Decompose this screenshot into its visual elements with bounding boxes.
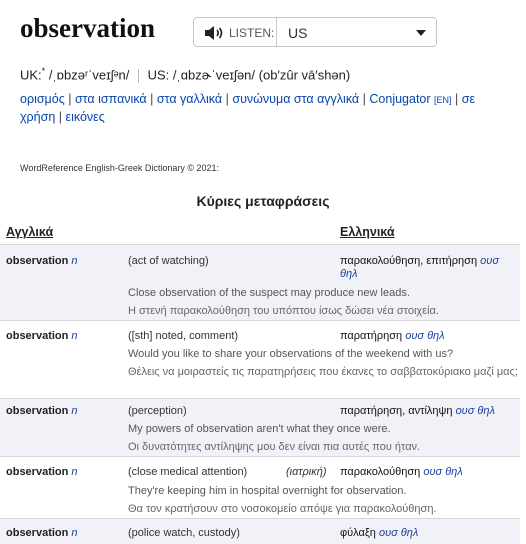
translation-pos[interactable]: ουσ θηλ xyxy=(423,466,462,478)
entry-term: observation n xyxy=(6,255,78,267)
divider xyxy=(0,244,520,245)
entry-term: observation n xyxy=(6,527,78,539)
translation: φύλαξη ουσ θηλ xyxy=(340,527,518,540)
link-separator: | xyxy=(58,110,63,124)
divider xyxy=(0,456,520,457)
link-conjugator[interactable]: Conjugator xyxy=(369,92,430,106)
translation: παρακολούθηση, επιτήρηση ουσ θηλ xyxy=(340,255,518,281)
us-label: US: xyxy=(147,67,170,83)
listen-label: LISTEN: xyxy=(229,26,275,40)
part-of-speech[interactable]: n xyxy=(71,466,77,478)
sense-note: (perception) xyxy=(128,405,187,417)
part-of-speech[interactable]: n xyxy=(71,405,77,417)
translation-pos[interactable]: ουσ θηλ xyxy=(405,330,444,342)
section-heading: Κύριες μεταφράσεις xyxy=(196,193,330,209)
entry-term: observation n xyxy=(6,405,78,417)
link-spanish[interactable]: στα ισπανικά xyxy=(75,92,147,106)
related-links: ορισμός | στα ισπανικά | στα γαλλικά | σ… xyxy=(20,91,510,126)
example-greek: Οι δυνατότητες αντίληψης μου δεν είναι π… xyxy=(128,441,421,453)
table-row: observation n (act of watching) παρακολο… xyxy=(0,244,520,320)
link-separator: | xyxy=(362,92,366,106)
link-images[interactable]: εικόνες xyxy=(66,110,105,124)
divider xyxy=(137,68,139,83)
link-separator: | xyxy=(455,92,459,106)
translation-pos[interactable]: ουσ θηλ xyxy=(379,527,418,539)
term-word: observation xyxy=(6,527,69,539)
entry-header: observation LISTEN: US UK:* /ˌɒbzəʳˈveɪʃ… xyxy=(0,0,526,186)
divider xyxy=(0,398,520,399)
divider xyxy=(276,18,277,46)
entry-term: observation n xyxy=(6,466,78,478)
example-english: They're keeping him in hospital overnigh… xyxy=(128,485,407,497)
sense-note: (close medical attention) xyxy=(128,466,248,478)
column-header-greek: Ελληνικά xyxy=(340,225,395,239)
translation: παρατήρηση, αντίληψη ουσ θηλ xyxy=(340,405,518,418)
part-of-speech[interactable]: n xyxy=(71,527,77,539)
uk-label: UK: xyxy=(20,67,42,83)
part-of-speech[interactable]: n xyxy=(71,255,77,267)
translation-text: παρακολούθηση, επιτήρηση xyxy=(340,255,478,267)
speaker-icon[interactable] xyxy=(204,25,224,41)
link-tag: [EN] xyxy=(434,95,452,105)
example-english: Close observation of the suspect may pro… xyxy=(128,287,410,299)
link-separator: | xyxy=(225,92,229,106)
us-ipa: /ˌɑbzɚˈveɪʃən/ xyxy=(172,67,256,83)
dictionary-credit: WordReference English-Greek Dictionary ©… xyxy=(20,163,220,173)
listen-widget[interactable]: LISTEN: US xyxy=(193,17,437,47)
table-row: observation n (close medical attention) … xyxy=(0,456,520,518)
example-greek: Θέλεις να μοιραστείς τις παρατηρήσεις πο… xyxy=(128,366,518,378)
translation-pos[interactable]: ουσ θηλ xyxy=(456,405,495,417)
example-english: My powers of observation aren't what the… xyxy=(128,423,391,435)
table-row: observation n (police watch, custody) φύ… xyxy=(0,518,520,544)
table-row: observation n ([sth] noted, comment) παρ… xyxy=(0,320,520,398)
part-of-speech[interactable]: n xyxy=(71,330,77,342)
us-alt-pron: (ob′zûr vā′shən) xyxy=(258,67,351,83)
link-separator: | xyxy=(150,92,154,106)
sense-note: (police watch, custody) xyxy=(128,527,240,539)
translation-text: παρακολούθηση xyxy=(340,466,421,478)
divider xyxy=(0,320,520,321)
term-word: observation xyxy=(6,330,69,342)
example-english: Would you like to share your observation… xyxy=(128,348,454,360)
link-synonyms[interactable]: συνώνυμα στα αγγλικά xyxy=(232,92,359,106)
accent-select[interactable]: US xyxy=(288,25,307,41)
sense-note: ([sth] noted, comment) xyxy=(128,330,239,342)
term-word: observation xyxy=(6,466,69,478)
example-greek: Η στενή παρακολούθηση του υπόπτου ίσως δ… xyxy=(128,305,439,317)
term-word: observation xyxy=(6,405,69,417)
table-row: observation n (perception) παρατήρηση, α… xyxy=(0,398,520,456)
uk-ipa: /ˌɒbzəʳˈveɪʃᵊn/ xyxy=(48,67,130,83)
example-greek: Θα τον κρατήσουν στο νοσοκομείο απόψε γι… xyxy=(128,503,437,515)
domain-label: (ιατρική) xyxy=(286,466,327,478)
link-separator: | xyxy=(68,92,72,106)
link-definition[interactable]: ορισμός xyxy=(20,92,65,106)
link-french[interactable]: στα γαλλικά xyxy=(157,92,222,106)
column-header-english: Αγγλικά xyxy=(6,225,54,239)
headword: observation xyxy=(20,13,155,43)
entry-term: observation n xyxy=(6,330,78,342)
uk-footnote-mark[interactable]: * xyxy=(42,66,46,76)
sense-note: (act of watching) xyxy=(128,255,209,267)
chevron-down-icon[interactable] xyxy=(416,30,426,36)
translation: παρακολούθηση ουσ θηλ xyxy=(340,466,518,479)
translation-text: παρατήρηση xyxy=(340,330,403,342)
pronunciation: UK:* /ˌɒbzəʳˈveɪʃᵊn/ US: /ˌɑbzɚˈveɪʃən/ … xyxy=(20,66,350,83)
translation-text: παρατήρηση, αντίληψη xyxy=(340,405,453,417)
term-word: observation xyxy=(6,255,69,267)
translation-text: φύλαξη xyxy=(340,527,376,539)
divider xyxy=(0,518,520,519)
translation: παρατήρηση ουσ θηλ xyxy=(340,330,518,343)
